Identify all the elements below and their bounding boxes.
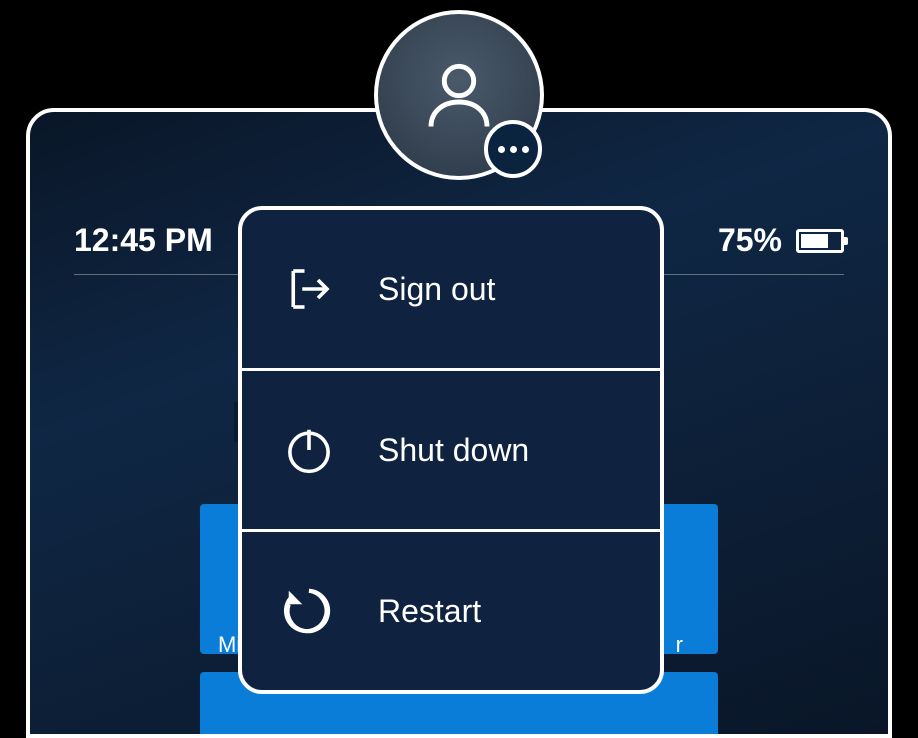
menu-item-label: Sign out	[378, 271, 495, 308]
battery-status: 75%	[718, 222, 844, 259]
battery-percent: 75%	[718, 222, 782, 259]
sign-out-button[interactable]: Sign out	[242, 210, 660, 371]
power-menu: Sign out Shut down Restart	[238, 206, 664, 694]
power-icon	[282, 423, 336, 477]
user-avatar[interactable]	[374, 10, 544, 180]
battery-icon	[796, 229, 844, 253]
restart-icon	[282, 584, 336, 638]
shut-down-button[interactable]: Shut down	[242, 371, 660, 532]
more-options-button[interactable]	[484, 120, 542, 178]
clock-time: 12:45 PM	[74, 222, 213, 259]
person-icon	[417, 53, 501, 137]
tile-label-partial: r	[676, 632, 683, 658]
user-avatar-container	[374, 10, 544, 180]
sign-out-icon	[282, 262, 336, 316]
restart-button[interactable]: Restart	[242, 532, 660, 690]
menu-item-label: Shut down	[378, 432, 529, 469]
menu-item-label: Restart	[378, 593, 481, 630]
